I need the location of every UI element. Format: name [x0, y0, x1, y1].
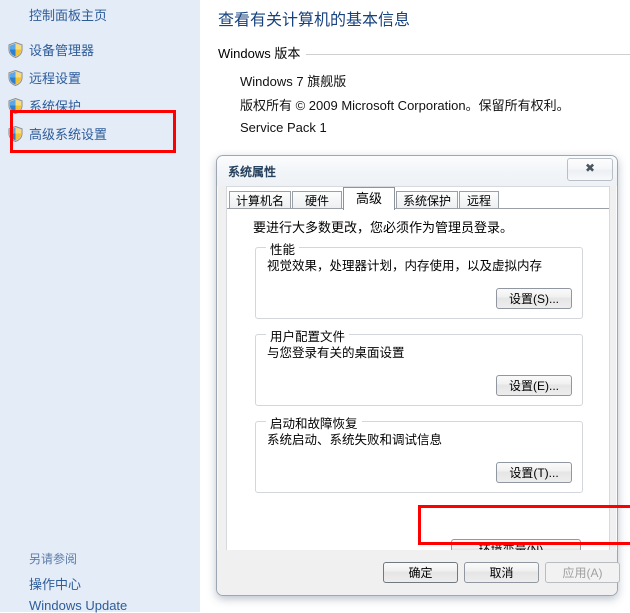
user-profiles-description: 与您登录有关的桌面设置: [267, 346, 405, 360]
admin-notice: 要进行大多数更改，您必须作为管理员登录。: [253, 220, 514, 235]
startup-recovery-settings-button[interactable]: 设置(T)...: [496, 462, 572, 483]
tab-hardware[interactable]: 硬件: [292, 191, 342, 209]
user-profiles-settings-button[interactable]: 设置(E)...: [496, 375, 572, 396]
shield-icon: [8, 70, 23, 86]
dialog-footer: 确定 取消 应用(A): [217, 550, 620, 595]
see-also-link-action-center[interactable]: 操作中心: [29, 574, 81, 593]
see-also-link-windows-update[interactable]: Windows Update: [29, 598, 127, 613]
user-profiles-group: 用户配置文件 与您登录有关的桌面设置 设置(E)...: [255, 326, 583, 406]
startup-recovery-group: 启动和故障恢复 系统启动、系统失败和调试信息 设置(T)...: [255, 413, 583, 493]
performance-description: 视觉效果，处理器计划，内存使用，以及虚拟内存: [267, 259, 543, 273]
sidebar-item-device-manager[interactable]: 设备管理器: [29, 40, 94, 59]
control-panel-sidebar: 控制面板主页 设备管理器 远程设置 系统保护 高级系统设置 另请参阅 操作中心 …: [0, 0, 200, 613]
see-also-heading: 另请参阅: [29, 552, 78, 566]
tab-remote[interactable]: 远程: [459, 191, 499, 209]
performance-group: 性能 视觉效果，处理器计划，内存使用，以及虚拟内存 设置(S)...: [255, 239, 583, 319]
close-icon: ✖: [584, 161, 596, 175]
annotation-box-environment-variables: [418, 505, 630, 545]
annotation-box-advanced-system-settings: [10, 110, 176, 153]
page-title: 查看有关计算机的基本信息: [218, 12, 411, 29]
cancel-button[interactable]: 取消: [464, 562, 539, 583]
dialog-title: 系统属性: [228, 165, 277, 179]
tab-panel-advanced: 要进行大多数更改，您必须作为管理员登录。 性能 视觉效果，处理器计划，内存使用，…: [227, 209, 609, 560]
ok-button[interactable]: 确定: [383, 562, 458, 583]
tab-underline: [227, 208, 609, 209]
tab-advanced[interactable]: 高级: [343, 187, 395, 210]
sidebar-item-remote-settings[interactable]: 远程设置: [29, 68, 81, 87]
tab-system-protection[interactable]: 系统保护: [396, 191, 458, 209]
close-button[interactable]: ✖: [567, 158, 613, 181]
dialog-body: 计算机名 硬件 高级 系统保护 远程 要进行大多数更改，您必须作为管理员登录。 …: [226, 186, 610, 560]
performance-settings-button[interactable]: 设置(S)...: [496, 288, 572, 309]
windows-edition-value: Windows 7 旗舰版: [240, 74, 347, 89]
startup-recovery-description: 系统启动、系统失败和调试信息: [267, 433, 443, 447]
tab-selected-cover: [344, 208, 394, 210]
sidebar-item-control-panel-home[interactable]: 控制面板主页: [29, 5, 107, 24]
dialog-titlebar[interactable]: 系统属性 ✖: [217, 156, 617, 186]
tab-computer-name[interactable]: 计算机名: [229, 191, 291, 209]
service-pack-line: Service Pack 1: [240, 120, 327, 135]
shield-icon: [8, 42, 23, 58]
apply-button: 应用(A): [545, 562, 620, 583]
tab-strip: 计算机名 硬件 高级 系统保护 远程: [227, 187, 609, 210]
copyright-line: 版权所有 © 2009 Microsoft Corporation。保留所有权利…: [240, 98, 570, 113]
windows-edition-heading: Windows 版本: [218, 43, 307, 62]
